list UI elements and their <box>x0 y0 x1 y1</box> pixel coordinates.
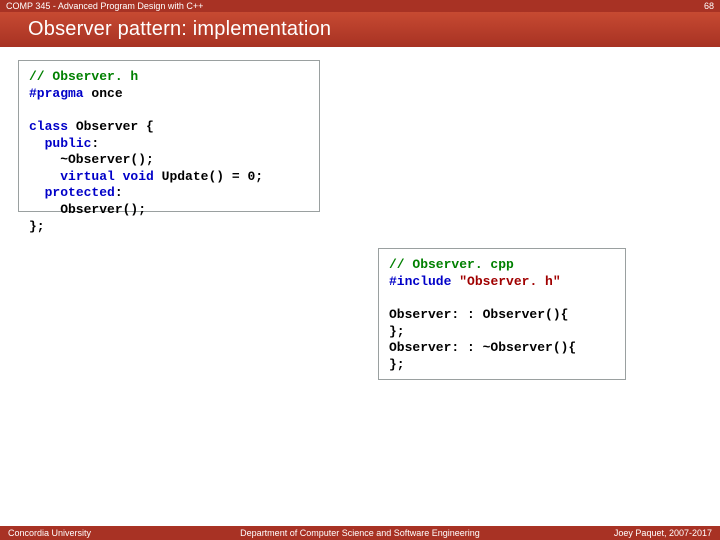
code-line: Update() = 0; <box>154 169 263 184</box>
code-line: ~Observer(); <box>29 152 154 167</box>
footer-center: Department of Computer Science and Softw… <box>184 528 536 538</box>
code-line: virtual void <box>60 169 154 184</box>
code-line: : <box>115 185 123 200</box>
code-line: class <box>29 119 68 134</box>
code-line: Observer(); <box>29 202 146 217</box>
code-line: : <box>91 136 99 151</box>
code-line: }; <box>29 219 45 234</box>
code-line: Observer { <box>68 119 154 134</box>
footer-left: Concordia University <box>8 528 184 538</box>
code-line: "Observer. h" <box>459 274 560 289</box>
code-line: #pragma <box>29 86 84 101</box>
slide: COMP 345 - Advanced Program Design with … <box>0 0 720 540</box>
footer-right: Joey Paquet, 2007-2017 <box>536 528 712 538</box>
code-line <box>29 136 45 151</box>
code-line <box>29 185 45 200</box>
code-line <box>29 169 60 184</box>
code-box-observer-h: // Observer. h #pragma once class Observ… <box>18 60 320 212</box>
course-label: COMP 345 - Advanced Program Design with … <box>6 1 704 11</box>
code-line: }; <box>389 357 405 372</box>
code-line: Observer: : Observer(){ <box>389 307 568 322</box>
slide-number: 68 <box>704 1 714 11</box>
code-box-observer-cpp: // Observer. cpp #include "Observer. h" … <box>378 248 626 380</box>
code-line: protected <box>45 185 115 200</box>
footer-bar: Concordia University Department of Compu… <box>0 526 720 540</box>
code-line: public <box>45 136 92 151</box>
code-line: once <box>84 86 123 101</box>
slide-body: // Observer. h #pragma once class Observ… <box>0 60 720 526</box>
code-line: // Observer. h <box>29 69 138 84</box>
top-bar: COMP 345 - Advanced Program Design with … <box>0 0 720 12</box>
code-line: #include <box>389 274 451 289</box>
slide-title: Observer pattern: implementation <box>0 12 720 47</box>
code-line: // Observer. cpp <box>389 257 514 272</box>
code-line: }; <box>389 324 405 339</box>
code-line: Observer: : ~Observer(){ <box>389 340 576 355</box>
